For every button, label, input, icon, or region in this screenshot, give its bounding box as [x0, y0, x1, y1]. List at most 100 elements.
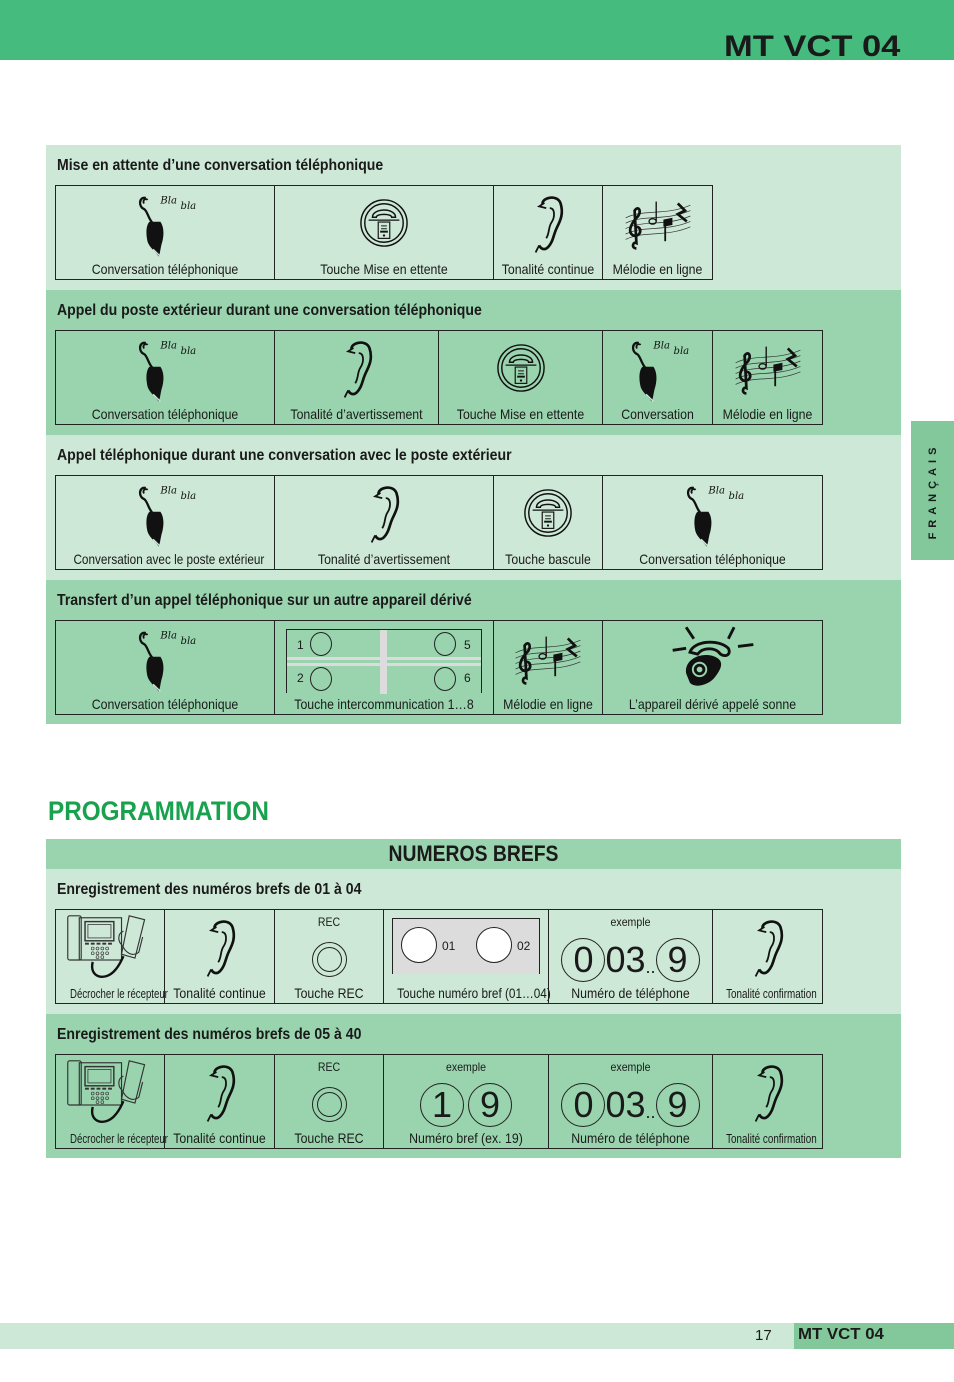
ringing-phone-icon: [665, 623, 761, 691]
step-cell: Conversation: [603, 331, 713, 424]
step-cell: Touche Mise en ettente: [439, 331, 603, 424]
step-cell: Conversation téléphonique: [56, 621, 275, 714]
block-speed-dial-05-40: Enregistrement des numéros brefs de 05 à…: [46, 1014, 901, 1158]
step-cell: Tonalité continue: [494, 186, 603, 279]
rec-caption: REC: [317, 1060, 341, 1074]
music-melody-icon: [622, 198, 694, 252]
speed-dial-key-02[interactable]: [476, 927, 512, 963]
numeros-brefs-title: NUMEROS BREFS: [388, 841, 559, 866]
step-label: Numéro bref (ex. 19): [409, 1130, 523, 1146]
header-bar: MT VCT 04: [0, 0, 954, 63]
example-caption: exemple: [610, 915, 651, 929]
document-title: MT VCT 04: [723, 30, 900, 63]
phone-conversation-icon: [626, 335, 690, 405]
step-label: Tonalité continue: [173, 1130, 266, 1146]
key-number: 2: [297, 671, 304, 685]
step-label: Touche REC: [294, 985, 364, 1001]
intercom-key-1[interactable]: [310, 632, 332, 656]
digit-circled: 1: [420, 1083, 464, 1127]
section-transfer-call: Transfert d’un appel téléphonique sur un…: [46, 580, 901, 724]
step-cell: Décrocher le récepteur: [56, 910, 168, 1003]
step-cell: Tonalité continue: [165, 910, 275, 1003]
step-row: Conversation téléphonique 1 2 5 6 Touche…: [55, 620, 823, 715]
step-label: Conversation téléphonique: [91, 696, 239, 712]
step-cell: Mélodie en ligne: [713, 331, 822, 424]
step-cell: 1 2 5 6 Touche intercommunication 1…8: [275, 621, 494, 714]
step-label: Touche REC: [294, 1130, 364, 1146]
step-cell: Touche Mise en ettente: [275, 186, 494, 279]
step-cell: Mélodie en ligne: [494, 621, 603, 714]
rec-button-icon[interactable]: [312, 1087, 347, 1122]
handset-lift-icon: [62, 1057, 158, 1129]
step-cell: Conversation téléphonique: [603, 476, 822, 569]
hold-button-icon: [523, 488, 573, 538]
digit: 3: [625, 939, 646, 980]
intercom-key-5[interactable]: [434, 632, 456, 656]
digit-circled: 0: [561, 938, 606, 982]
speed-dial-keys-icon: 01 02: [392, 918, 540, 974]
section-hold-call: Mise en attente d’une conversation télép…: [46, 145, 901, 290]
ear-icon: [750, 1063, 786, 1125]
step-row: Décrocher le récepteur Tonalité continue…: [55, 909, 823, 1004]
step-cell: Tonalité d’avertissement: [275, 331, 439, 424]
ear-icon: [202, 918, 238, 980]
digit-circled: 9: [468, 1083, 512, 1127]
step-label: Décrocher le récepteur: [70, 1131, 168, 1146]
key-number: 02: [517, 939, 531, 953]
step-cell: Conversation avec le poste extérieur: [56, 476, 275, 569]
ear-icon: [750, 918, 786, 980]
step-label: Conversation téléphonique: [91, 406, 239, 422]
step-label: Décrocher le récepteur: [70, 986, 168, 1001]
language-tab: FRANÇAIS: [911, 421, 954, 560]
step-cell: exemple 0 0 3 .. 9 Numéro de téléphone: [549, 1055, 713, 1148]
step-label: Numéro de téléphone: [571, 1130, 690, 1146]
speed-dial-key-01[interactable]: [401, 927, 437, 963]
digit: 3: [625, 1084, 646, 1125]
step-label: Conversation téléphonique: [91, 261, 239, 277]
digit-circled: 0: [561, 1083, 606, 1127]
block-speed-dial-01-04: Enregistrement des numéros brefs de 01 à…: [46, 869, 901, 1014]
music-melody-icon: [732, 343, 804, 397]
step-cell: Tonalité confirmation: [713, 910, 822, 1003]
step-label: Numéro de téléphone: [571, 985, 690, 1001]
handset-lift-icon: [62, 912, 158, 984]
step-label: Touche numéro bref (01…04): [397, 985, 551, 1001]
step-label: Tonalité continue: [173, 985, 266, 1001]
section-title: Appel du poste extérieur durant une conv…: [57, 302, 482, 319]
step-cell: Tonalité continue: [165, 1055, 275, 1148]
digit-ellipsis: ..: [645, 957, 656, 977]
key-number: 01: [442, 939, 456, 953]
ear-icon: [202, 1063, 238, 1125]
step-label: Mélodie en ligne: [722, 406, 813, 422]
step-cell: Tonalité d’avertissement: [275, 476, 494, 569]
block-title: Enregistrement des numéros brefs de 01 à…: [57, 881, 362, 898]
step-cell: Conversation téléphonique: [56, 331, 275, 424]
key-number: 5: [464, 638, 471, 652]
step-cell: exemple 1 9 Numéro bref (ex. 19): [384, 1055, 549, 1148]
section-title: Transfert d’un appel téléphonique sur un…: [57, 592, 472, 609]
example-caption: exemple: [446, 1060, 486, 1074]
intercom-keys-icon: 1 2 5 6: [286, 629, 482, 694]
phone-conversation-icon: [133, 625, 197, 695]
digit: 0: [605, 1084, 626, 1125]
step-label: Tonalité continue: [501, 261, 595, 277]
step-row: Conversation téléphonique Touche Mise en…: [55, 185, 713, 280]
step-label: Conversation téléphonique: [639, 551, 786, 567]
step-label: L’appareil dérivé appelé sonne: [628, 696, 797, 712]
intercom-key-6[interactable]: [434, 667, 456, 691]
phone-number-example: 0 0 3 .. 9: [549, 938, 712, 982]
intercom-key-2[interactable]: [310, 667, 332, 691]
footer-title: MT VCT 04: [798, 1326, 884, 1343]
step-row: Décrocher le récepteur Tonalité continue…: [55, 1054, 823, 1149]
block-title: Enregistrement des numéros brefs de 05 à…: [57, 1026, 362, 1043]
hold-button-icon: [496, 343, 546, 393]
rec-caption: REC: [317, 915, 341, 929]
step-label: Mélodie en ligne: [612, 261, 703, 277]
step-row: Conversation avec le poste extérieur Ton…: [55, 475, 823, 570]
step-label: Tonalité d’avertissement: [317, 551, 451, 567]
numeros-brefs-header: NUMEROS BREFS: [46, 839, 901, 869]
step-cell: Conversation téléphonique: [56, 186, 275, 279]
programmation-heading: PROGRAMMATION: [48, 796, 269, 826]
rec-button-icon[interactable]: [312, 942, 347, 977]
step-cell: REC Touche REC: [275, 910, 384, 1003]
